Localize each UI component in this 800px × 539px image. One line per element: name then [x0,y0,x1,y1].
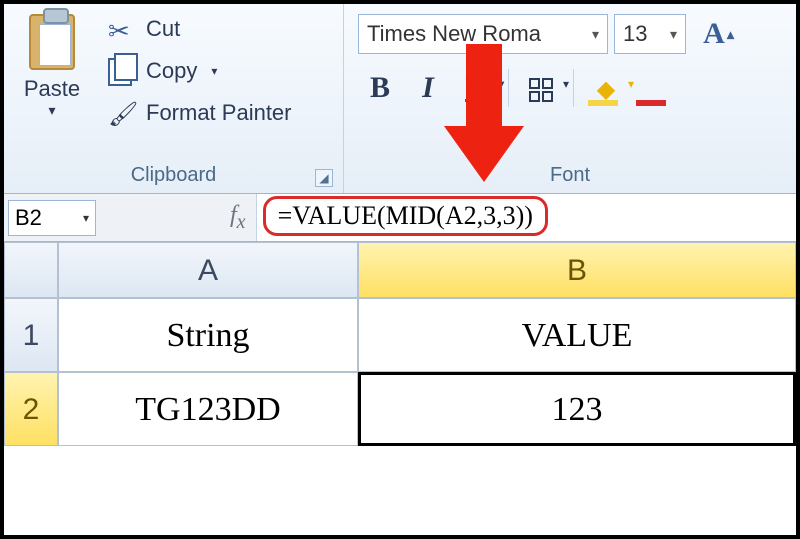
scissors-icon [108,16,136,42]
clipboard-launcher-icon[interactable]: ◢ [315,169,333,187]
copy-icon [108,58,136,84]
increase-font-button[interactable]: A▴ [692,14,736,54]
paste-button[interactable]: Paste ▾ [10,10,94,162]
formula-text[interactable]: =VALUE(MID(A2,3,3)) [263,196,548,236]
fx-icon[interactable]: fx [220,202,256,234]
underline-button[interactable]: U▾ [454,66,498,110]
name-box[interactable]: B2 ▾ [8,200,96,236]
separator [573,69,574,107]
font-color-swatch [636,100,666,106]
separator [508,69,509,107]
copy-button[interactable]: Copy ▾ [102,54,337,88]
borders-icon [529,78,553,102]
row-header-1[interactable]: 1 [4,298,58,372]
font-size-combo[interactable]: 13 ▾ [614,14,686,54]
fill-color-button[interactable]: ▾ [584,66,628,110]
paste-icon [29,14,75,70]
font-size-value: 13 [623,21,647,47]
italic-button[interactable]: I [406,66,450,110]
clipboard-group-label: Clipboard ◢ [4,162,343,193]
name-box-value: B2 [15,205,42,231]
chevron-down-icon: ▾ [83,211,89,225]
cell-A2[interactable]: TG123DD [58,372,358,446]
formula-bar-row: B2 ▾ fx =VALUE(MID(A2,3,3)) [4,194,796,242]
row-header-2[interactable]: 2 [4,372,58,446]
cell-A1[interactable]: String [58,298,358,372]
paste-dropdown-icon[interactable]: ▾ [48,102,55,119]
copy-dropdown-icon[interactable]: ▾ [211,64,217,78]
select-all-corner[interactable] [4,242,58,298]
chevron-down-icon: ▾ [670,26,677,43]
cell-B1[interactable]: VALUE [358,298,796,372]
ribbon-group-font: Times New Roma ▾ 13 ▾ A▴ B I U▾ ▾ [344,4,796,193]
fill-color-swatch [588,100,618,106]
brush-icon [108,100,136,126]
cut-label: Cut [146,16,180,42]
font-group-label: Font [344,162,796,193]
borders-button[interactable]: ▾ [519,66,563,110]
paste-label: Paste [24,76,80,102]
chevron-down-icon: ▾ [592,26,599,43]
font-name-combo[interactable]: Times New Roma ▾ [358,14,608,54]
cut-button[interactable]: Cut [102,12,337,46]
cell-B2[interactable]: 123 [358,372,796,446]
spreadsheet-grid: A B 1 String VALUE 2 TG123DD 123 [4,242,796,446]
bold-button[interactable]: B [358,66,402,110]
format-painter-button[interactable]: Format Painter [102,96,337,130]
chevron-down-icon[interactable]: ▾ [498,62,504,106]
chevron-down-icon[interactable]: ▾ [563,62,569,106]
copy-label: Copy [146,58,197,84]
format-painter-label: Format Painter [146,100,292,126]
ribbon-group-clipboard: Paste ▾ Cut Copy ▾ Format Painter [4,4,344,193]
font-color-button[interactable] [632,66,676,110]
column-header-B[interactable]: B [358,242,796,298]
font-name-value: Times New Roma [367,21,541,47]
formula-bar[interactable]: =VALUE(MID(A2,3,3)) [256,194,796,241]
column-header-A[interactable]: A [58,242,358,298]
